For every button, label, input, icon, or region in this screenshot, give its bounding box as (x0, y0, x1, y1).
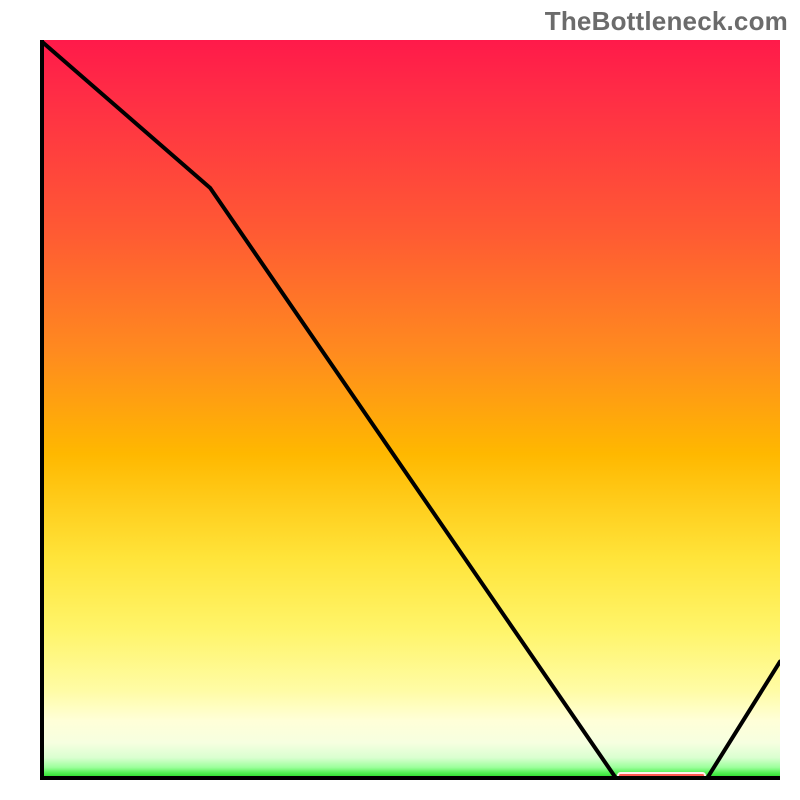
optimal-range-marker (617, 772, 706, 779)
bottleneck-curve (40, 40, 780, 780)
plot-area (40, 40, 780, 780)
chart-container: TheBottleneck.com (0, 0, 800, 800)
watermark-text: TheBottleneck.com (545, 6, 788, 37)
